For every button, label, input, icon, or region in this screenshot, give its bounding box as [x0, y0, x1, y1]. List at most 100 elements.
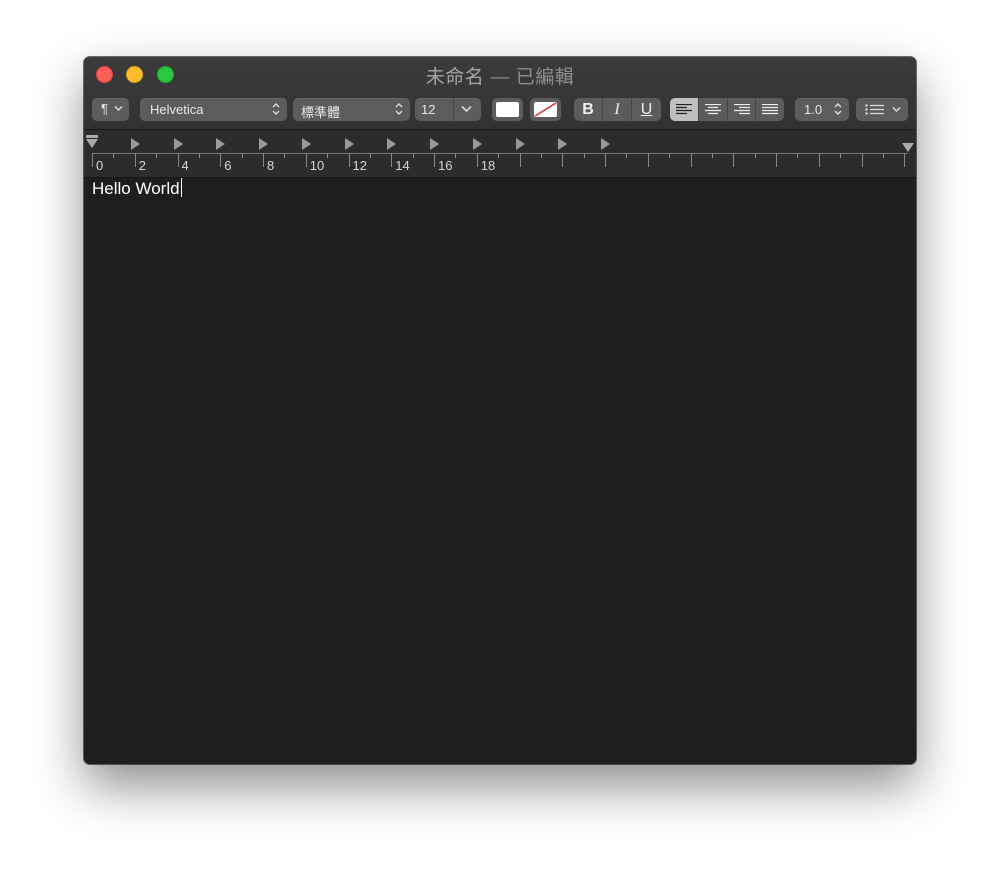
ruler-label: 2 [138, 158, 146, 173]
list-style-popup[interactable] [856, 98, 908, 121]
ruler-tick [498, 153, 500, 158]
ruler-tick [669, 153, 671, 158]
up-down-arrows-icon [272, 103, 280, 115]
ruler-tick [647, 153, 649, 167]
tab-stop-marker[interactable] [472, 138, 482, 150]
window-title: 未命名 — 已編輯 [84, 62, 916, 89]
paragraph-style-popup[interactable]: ¶ [92, 98, 129, 121]
ruler-tick [305, 153, 307, 167]
underline-button[interactable]: U [632, 98, 661, 121]
ruler-tick [711, 153, 713, 158]
ruler-tick [327, 153, 329, 158]
ruler-tick [198, 153, 200, 158]
font-style-popup[interactable]: 標準體 [293, 98, 410, 121]
edited-status: 已編輯 [515, 67, 575, 88]
chevron-down-icon [892, 106, 901, 113]
ruler-tick [840, 153, 842, 158]
ruler-tick [284, 153, 286, 158]
title-bar[interactable]: 未命名 — 已編輯 ¶ Helvetica 標準體 12 B I U 1.0 [84, 57, 916, 130]
align-right-icon [733, 103, 750, 115]
up-down-arrows-icon [395, 103, 403, 115]
text-color-swatch [496, 102, 519, 117]
tab-stop-marker[interactable] [515, 138, 525, 150]
ruler-tick [754, 153, 756, 158]
tab-stop-marker[interactable] [601, 138, 610, 150]
title-separator: — [490, 67, 510, 88]
first-line-indent-marker[interactable] [86, 139, 98, 148]
document-name: 未命名 [425, 67, 485, 88]
tab-stop-marker[interactable] [430, 138, 439, 150]
left-indent-marker[interactable] [86, 135, 98, 138]
tab-stop-marker[interactable] [173, 138, 183, 150]
right-margin-marker[interactable] [902, 143, 914, 152]
align-left-icon [676, 103, 692, 115]
background-color-well[interactable] [530, 98, 561, 121]
font-family-popup[interactable]: Helvetica [140, 98, 287, 121]
tab-stop-marker[interactable] [344, 138, 354, 150]
tab-stop-marker[interactable] [558, 138, 568, 150]
tab-stop-marker[interactable] [301, 138, 311, 150]
ruler-label: 12 [352, 158, 367, 173]
ruler-tick [391, 153, 393, 167]
document-content: Hello World [92, 179, 180, 198]
textedit-window: 未命名 — 已編輯 ¶ Helvetica 標準體 12 B I U 1.0 0… [84, 57, 916, 764]
tab-stop-marker[interactable] [216, 138, 226, 150]
combo-divider [453, 98, 454, 121]
up-down-arrows-icon [834, 103, 842, 115]
ruler-tick [583, 153, 585, 158]
ruler-label: 0 [96, 158, 104, 173]
ruler-tick [519, 153, 521, 167]
ruler-tick [92, 153, 93, 167]
alignment-segmented [670, 98, 784, 121]
ruler-tick [562, 153, 564, 167]
ruler[interactable]: 0 2 4 6 8 10 12 14 16 18 [84, 130, 916, 178]
ruler-label: 4 [181, 158, 189, 173]
align-justify-icon [762, 103, 778, 115]
ruler-tick [241, 153, 243, 158]
align-center-icon [705, 103, 721, 115]
document-area[interactable]: Hello World [84, 178, 916, 764]
document-text[interactable]: Hello World [92, 178, 182, 199]
tab-stop-marker[interactable] [387, 138, 397, 150]
line-spacing-value: 1.0 [804, 102, 823, 117]
align-right-button[interactable] [728, 98, 756, 121]
tab-stop-marker[interactable] [259, 138, 268, 150]
bold-button[interactable]: B [574, 98, 603, 121]
text-color-well[interactable] [492, 98, 523, 121]
align-left-button[interactable] [670, 98, 699, 121]
ruler-label: 6 [224, 158, 232, 173]
chevron-down-icon[interactable] [461, 105, 472, 113]
ruler-tick [540, 153, 542, 158]
no-color-swatch [534, 102, 557, 117]
ruler-label: 14 [395, 158, 410, 173]
ruler-tick [605, 153, 606, 167]
line-spacing-popup[interactable]: 1.0 [795, 98, 849, 121]
font-family-value: Helvetica [150, 102, 204, 117]
list-bullets-icon [865, 104, 884, 115]
justify-button[interactable] [756, 98, 784, 121]
font-size-combo[interactable]: 12 [415, 98, 481, 121]
ruler-label: 16 [438, 158, 453, 173]
ruler-tick [220, 153, 222, 167]
tab-stop-marker[interactable] [130, 138, 140, 150]
ruler-tick [177, 153, 179, 167]
ruler-tick [369, 153, 371, 158]
ruler-tick [776, 153, 777, 167]
ruler-tick [626, 153, 628, 158]
ruler-baseline [92, 153, 908, 154]
ruler-tick [861, 153, 863, 167]
ruler-tick [134, 153, 136, 167]
align-center-button[interactable] [699, 98, 728, 121]
ruler-tick [476, 153, 478, 167]
paragraph-icon: ¶ [101, 101, 108, 116]
no-color-slash-icon [534, 102, 557, 117]
ruler-tick [156, 153, 158, 158]
ruler-tick [904, 153, 906, 167]
ruler-label: 10 [309, 158, 325, 173]
italic-button[interactable]: I [603, 98, 632, 121]
ruler-tick [348, 153, 350, 167]
font-size-value[interactable]: 12 [421, 102, 435, 117]
ruler-tick [690, 153, 692, 167]
chevron-down-icon [114, 105, 123, 112]
font-style-value: 標準體 [301, 105, 341, 120]
